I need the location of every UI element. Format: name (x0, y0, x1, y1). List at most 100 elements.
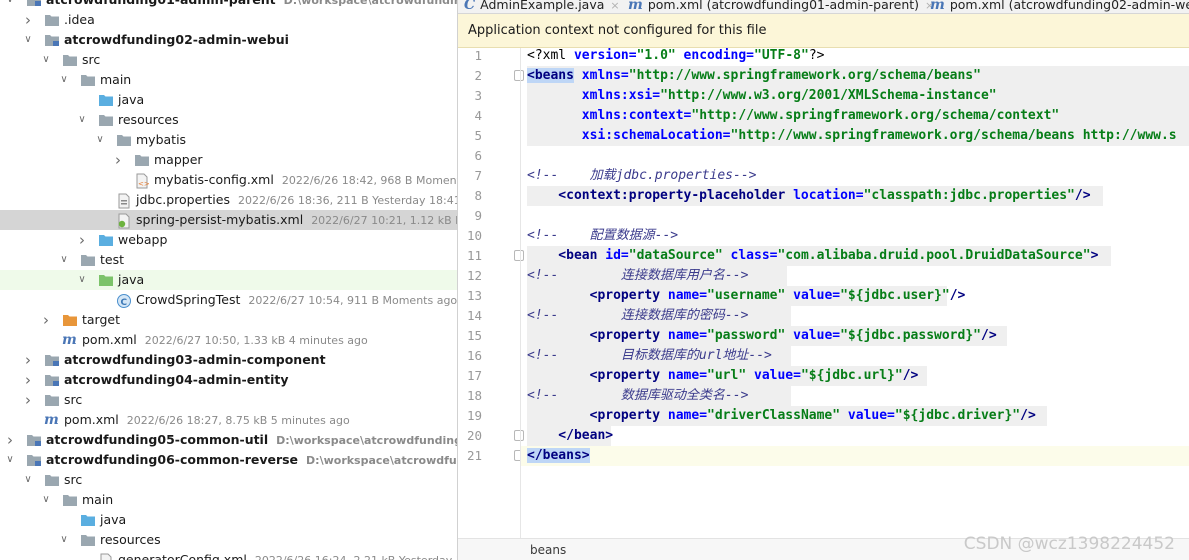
code-line[interactable]: </bean> (527, 426, 613, 446)
fold-marker-icon[interactable] (514, 70, 524, 81)
tree-row[interactable]: › atcrowdfunding05-common-util D:\workspac… (0, 430, 458, 450)
tree-row[interactable]: › .idea (0, 10, 458, 30)
tree-row[interactable]: <> mybatis-config.xml 2022/6/26 18:42, 968… (0, 170, 458, 190)
chevron-down-icon[interactable]: ∨ (4, 450, 16, 470)
tree-row[interactable]: java (0, 510, 458, 530)
tree-row[interactable]: java (0, 90, 458, 110)
tree-item-label: jdbc.properties (136, 192, 230, 207)
code-line[interactable]: <?xml version="1.0" encoding="UTF-8"?> (527, 46, 824, 66)
tree-row[interactable]: m pom.xml 2022/6/26 18:27, 8.75 kB 5 minut… (0, 410, 458, 430)
tree-row[interactable]: › mapper (0, 150, 458, 170)
tree-item-meta: D:\workspace\atcrowdfunding05-co (276, 434, 458, 447)
chevron-down-icon[interactable]: ∨ (94, 130, 106, 150)
xml-attribute: value= (840, 408, 895, 423)
tree-row[interactable]: ∨ main (0, 490, 458, 510)
code-editor[interactable]: C AdminExample.java × m pom.xml (atcrowdfun… (458, 0, 1189, 560)
code-line[interactable]: <property name="url" value="${jdbc.url}"… (527, 366, 919, 386)
code-line[interactable]: xmlns:context="http://www.springframewor… (527, 106, 1059, 126)
code-line[interactable]: <context:property-placeholder location="… (527, 186, 1090, 206)
breadcrumb-item-beans[interactable]: beans (530, 543, 566, 557)
tree-row[interactable]: ∨ atcrowdfunding01-admin-parent D:\workspa… (0, 0, 458, 10)
tree-item-meta: 2022/6/27 10:21, 1.12 kB Mome (311, 214, 458, 227)
tree-row[interactable]: ∨ resources (0, 110, 458, 130)
tab-adminexample-java[interactable]: C AdminExample.java × (464, 0, 620, 13)
tree-row[interactable]: ∨ src (0, 470, 458, 490)
code-line[interactable]: <property name="password" value="${jdbc.… (527, 326, 997, 346)
chevron-down-icon[interactable]: ∨ (58, 70, 70, 90)
code-line[interactable]: <bean id="dataSource" class="com.alibaba… (527, 246, 1098, 266)
tree-row[interactable]: › atcrowdfunding03-admin-component (0, 350, 458, 370)
chevron-right-icon[interactable]: › (22, 350, 34, 370)
xml-attribute: class= (722, 248, 778, 263)
tree-row[interactable]: › atcrowdfunding04-admin-entity (0, 370, 458, 390)
tree-row[interactable]: ∨ atcrowdfunding02-admin-webui (0, 30, 458, 50)
chevron-right-icon[interactable]: › (4, 430, 16, 450)
tab-pom-parent[interactable]: m pom.xml (atcrowdfunding01-admin-parent)… (628, 0, 934, 13)
chevron-right-icon[interactable]: › (22, 10, 34, 30)
tree-row[interactable]: ∨ main (0, 70, 458, 90)
code-line[interactable]: <property name="username" value="${jdbc.… (527, 286, 966, 306)
xml-tag-end: ?> (808, 48, 825, 63)
chevron-down-icon[interactable]: ∨ (40, 490, 52, 510)
tree-row[interactable]: ∨ src (0, 50, 458, 70)
tree-row[interactable]: ∨ atcrowdfunding06-common-reverse D:\works… (0, 450, 458, 470)
code-line[interactable]: <!-- 连接数据库的密码--> (527, 306, 748, 326)
xml-attribute: xsi:schemaLocation= (527, 128, 731, 143)
code-line[interactable]: <!-- 配置数据源--> (527, 226, 678, 246)
chevron-right-icon[interactable]: › (112, 150, 124, 170)
tree-row[interactable]: C CrowdSpringTest 2022/6/27 10:54, 911 B M… (0, 290, 458, 310)
tree-row[interactable]: m pom.xml 2022/6/27 10:50, 1.33 kB 4 minut… (0, 330, 458, 350)
tree-row[interactable]: ∨ java (0, 270, 458, 290)
tree-row[interactable]: › webapp (0, 230, 458, 250)
code-line[interactable]: <!-- 加载jdbc.properties--> (527, 166, 757, 186)
chevron-right-icon[interactable]: › (22, 370, 34, 390)
project-tree: ∨ atcrowdfunding01-admin-parent D:\workspa… (0, 0, 458, 560)
tree-row[interactable]: jdbc.properties 2022/6/26 18:36, 211 B Ye… (0, 190, 458, 210)
tree-item-text: jdbc.properties 2022/6/26 18:36, 211 B Ye… (136, 190, 458, 210)
tree-item-text: java (100, 510, 126, 530)
code-line[interactable]: <beans xmlns="http://www.springframework… (527, 66, 981, 86)
tab-pom-webui[interactable]: m pom.xml (atcrowdfunding02-admin-webui (930, 0, 1189, 13)
code-line[interactable]: </beans> (527, 446, 590, 466)
tree-row[interactable]: ∨ resources (0, 530, 458, 550)
tree-row[interactable]: ∨ mybatis (0, 130, 458, 150)
line-number: 15 (466, 328, 482, 343)
xml-attribute-value: "username" (707, 288, 786, 303)
fold-marker-icon[interactable] (514, 250, 524, 261)
chevron-right-icon[interactable]: › (22, 390, 34, 410)
line-number: 16 (466, 348, 482, 363)
tree-row[interactable]: ∨ test (0, 250, 458, 270)
chevron-down-icon[interactable]: ∨ (76, 110, 88, 130)
code-line[interactable]: <!-- 连接数据库用户名--> (527, 266, 748, 286)
code-line[interactable]: xmlns:xsi="http://www.w3.org/2001/XMLSch… (527, 86, 997, 106)
chevron-down-icon[interactable]: ∨ (58, 530, 70, 550)
folder-icon (44, 10, 60, 30)
chevron-down-icon[interactable]: ∨ (40, 50, 52, 70)
chevron-right-icon[interactable]: › (40, 310, 52, 330)
chevron-down-icon[interactable]: ∨ (4, 0, 16, 10)
chevron-down-icon[interactable]: ∨ (58, 250, 70, 270)
fold-marker-icon[interactable] (514, 430, 524, 441)
chevron-down-icon[interactable]: ∨ (22, 30, 34, 50)
code-line[interactable]: <property name="driverClassName" value="… (527, 406, 1036, 426)
tree-row[interactable]: <> generatorConfig.xml 2022/6/26 16:24, 2.… (0, 550, 458, 560)
maven-icon: m (44, 412, 59, 428)
chevron-down-icon[interactable]: ∨ (76, 270, 88, 290)
code-line[interactable]: <!-- 目标数据库的url地址--> (527, 346, 772, 366)
line-number: 4 (474, 108, 482, 123)
xml-attribute: version= (573, 48, 637, 63)
line-number: 17 (466, 368, 482, 383)
tree-row[interactable]: spring-persist-mybatis.xml 2022/6/27 10:2… (0, 210, 458, 230)
code-line[interactable]: xsi:schemaLocation="http://www.springfra… (527, 126, 1177, 146)
line-number-gutter[interactable]: 1 2 3 4 5 6 7 8 9 10 11 12 13 14 15 16 17 18 19 20 21 (458, 48, 524, 560)
tree-row[interactable]: › target (0, 310, 458, 330)
chevron-right-icon[interactable]: › (76, 230, 88, 250)
test-class-icon: C (116, 290, 132, 310)
close-icon[interactable]: × (610, 0, 619, 12)
tree-item-label: mybatis-config.xml (154, 172, 274, 187)
xml-tag: </bean> (527, 428, 614, 443)
chevron-down-icon[interactable]: ∨ (22, 470, 34, 490)
tree-row[interactable]: › src (0, 390, 458, 410)
tree-item-text: atcrowdfunding01-admin-parent D:\workspac… (46, 0, 458, 10)
code-line[interactable]: <!-- 数据库驱动全类名--> (527, 386, 748, 406)
